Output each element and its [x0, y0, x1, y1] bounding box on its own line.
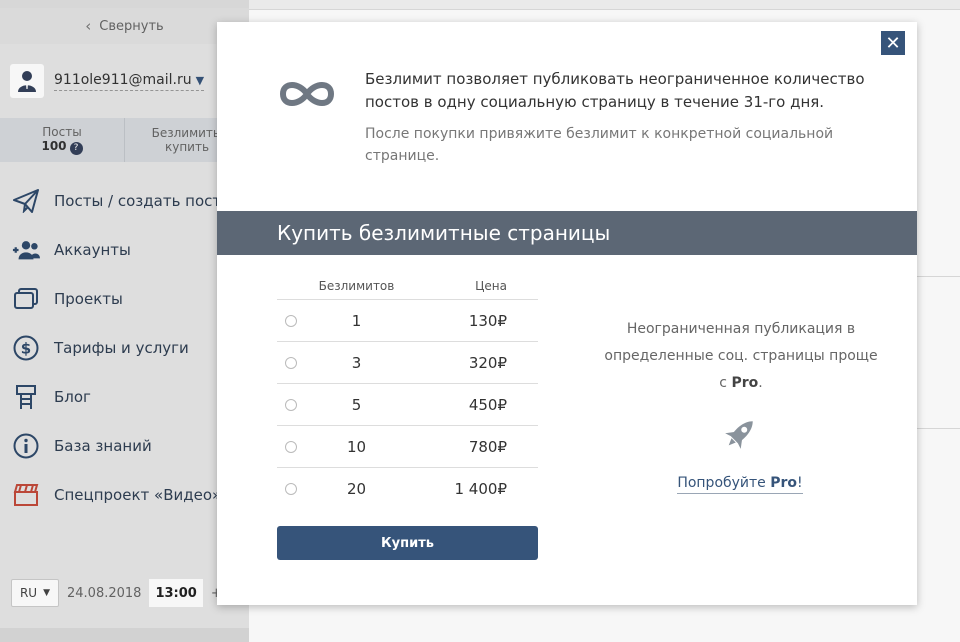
- count-cell: 20: [346, 480, 367, 498]
- pro-label: Pro: [731, 375, 759, 391]
- close-button[interactable]: ✕: [881, 31, 905, 55]
- column-header-price: Цена: [475, 278, 507, 293]
- count-cell: 10: [346, 437, 367, 456]
- buy-button[interactable]: Купить: [277, 526, 538, 560]
- price-cell: 130₽: [468, 311, 507, 330]
- pro-promo-text: Неограниченная публикация в определенные…: [604, 321, 878, 391]
- count-cell: 3: [351, 353, 362, 372]
- intro-main-text: Безлимит позволяет публиковать неогранич…: [365, 70, 865, 111]
- price-cell: 1 400₽: [454, 480, 508, 498]
- intro-sub-text: После покупки привяжите безлимит к конкр…: [365, 126, 834, 164]
- price-cell: 320₽: [468, 353, 507, 372]
- radio-button[interactable]: [285, 440, 297, 453]
- count-cell: 1: [351, 311, 362, 330]
- rocket-icon: [725, 421, 753, 449]
- count-cell: 5: [351, 395, 362, 414]
- modal-section-title: Купить безлимитные страницы: [217, 211, 917, 255]
- modal-intro: Безлимит позволяет публиковать неогранич…: [275, 68, 865, 167]
- radio-button[interactable]: [285, 314, 297, 327]
- infinity-icon: [279, 82, 335, 106]
- column-header-count: Безлимитов: [318, 278, 395, 293]
- radio-button[interactable]: [285, 483, 297, 495]
- close-icon: ✕: [885, 32, 901, 54]
- price-cell: 450₽: [468, 395, 507, 414]
- table-row[interactable]: 5 450₽: [277, 384, 538, 426]
- table-header: Безлимитов Цена: [277, 272, 538, 300]
- radio-button[interactable]: [285, 356, 297, 369]
- table-row[interactable]: 10 780₽: [277, 426, 538, 468]
- buy-unlimited-modal: ✕ Безлимит позволяет публиковать неогран…: [217, 22, 917, 605]
- try-pro-link[interactable]: Попробуйте Pro!: [677, 475, 803, 494]
- table-row[interactable]: 1 130₽: [277, 300, 538, 342]
- table-row[interactable]: 20 1 400₽: [277, 468, 538, 510]
- price-cell: 780₽: [468, 437, 507, 456]
- price-table: Безлимитов Цена 1 130₽ 3 320₽ 5 450₽ 10 …: [277, 272, 538, 510]
- radio-button[interactable]: [285, 398, 297, 411]
- table-row[interactable]: 3 320₽: [277, 342, 538, 384]
